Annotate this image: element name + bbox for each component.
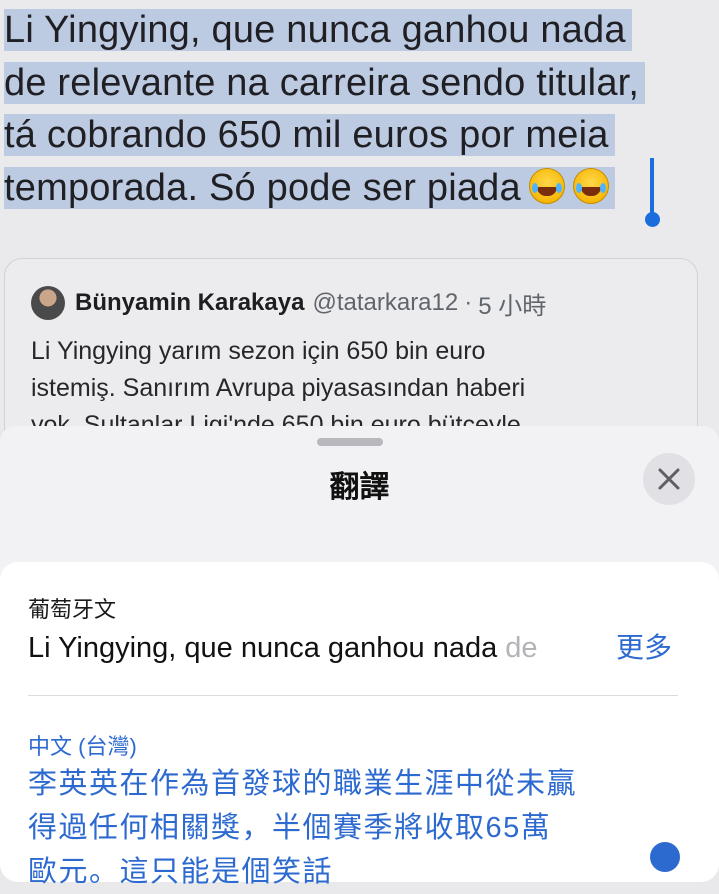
tweet-line: tá cobrando 650 mil euros por meia <box>4 114 615 156</box>
translate-sheet: 翻譯 葡萄牙文 Li Yingying, que nunca ganhou na… <box>0 426 719 888</box>
tweet-time: 5 小時 <box>478 292 547 320</box>
divider <box>28 695 678 696</box>
source-text: Li Yingying, que nunca ganhou nada de <box>28 628 648 668</box>
selection-handle-knob[interactable] <box>645 212 660 227</box>
source-text-faded: de <box>505 632 538 664</box>
tweet-line: temporada. Só pode ser piada <box>4 166 521 209</box>
selection-end-handle[interactable] <box>650 158 654 218</box>
source-text-main: Li Yingying, que nunca ganhou nada <box>28 632 506 664</box>
tweet-line: de relevante na carreira sendo titular, <box>4 61 646 104</box>
tweet-line: Li Yingying, que nunca ganhou nada <box>4 9 632 51</box>
translated-line: 歐元。這只能是個笑話 <box>28 856 334 888</box>
tweet-text[interactable]: Li Yingying, que nunca ganhou nada de re… <box>4 4 704 214</box>
tears-of-joy-emoji-icon <box>528 167 565 204</box>
tweet-content: Li Yingying, que nunca ganhou nada de re… <box>0 0 719 430</box>
sheet-title: 翻譯 <box>329 471 390 504</box>
translation-card: 葡萄牙文 Li Yingying, que nunca ganhou nada … <box>0 562 719 888</box>
quoted-tweet-card[interactable]: Bünyamin Karakaya @tatarkara12 · 5 小時 Li… <box>4 258 698 430</box>
quoted-line: Li Yingying yarım sezon için 650 bin eur… <box>31 337 486 365</box>
translated-text: 李英英在作為首發球的職業生涯中從未贏 得過任何相關獎，半個賽季將收取65萬 歐元… <box>28 762 668 894</box>
sheet-grabber[interactable] <box>317 438 383 446</box>
quoted-line: istemiş. Sanırım Avrupa piyasasından hab… <box>31 374 526 402</box>
tears-of-joy-emoji-icon <box>572 167 609 204</box>
avatar[interactable] <box>31 286 65 320</box>
close-icon <box>658 468 680 490</box>
source-language-label[interactable]: 葡萄牙文 <box>28 592 116 624</box>
separator-dot: · <box>464 289 473 316</box>
quoted-tweet-body: Li Yingying yarım sezon için 650 bin eur… <box>31 333 671 430</box>
translated-line: 得過任何相關獎，半個賽季將收取65萬 <box>28 812 552 844</box>
author-handle: @tatarkara12 <box>312 289 459 316</box>
more-button[interactable]: 更多 <box>612 628 673 668</box>
translated-line: 李英英在作為首發球的職業生涯中從未贏 <box>28 768 578 800</box>
action-button[interactable] <box>650 842 680 872</box>
target-language-label[interactable]: 中文 (台灣) <box>28 729 137 761</box>
author-name[interactable]: Bünyamin Karakaya <box>75 289 304 317</box>
close-button[interactable] <box>643 453 695 505</box>
quoted-tweet-header: Bünyamin Karakaya @tatarkara12 · 5 小時 <box>31 285 546 321</box>
